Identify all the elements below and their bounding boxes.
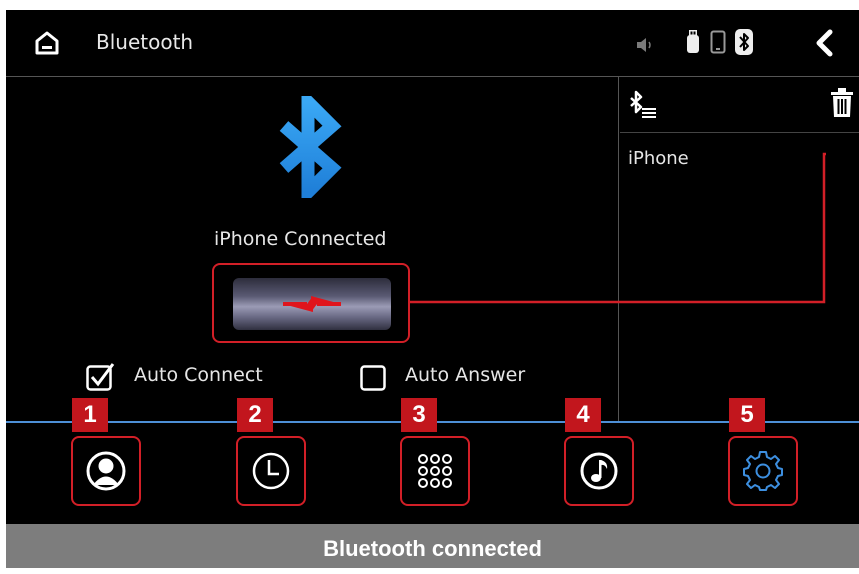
contacts-button[interactable]: [71, 436, 141, 506]
speaker-icon: [636, 37, 658, 56]
nav-music[interactable]: 4: [564, 398, 640, 508]
caption-bar: Bluetooth connected: [6, 524, 859, 568]
music-icon: [580, 452, 618, 490]
callout-badge: 1: [72, 398, 108, 432]
call-history-icon: [252, 452, 290, 490]
auto-connect-option[interactable]: Auto Connect: [86, 363, 286, 393]
callout-badge: 4: [565, 398, 601, 432]
dialpad-icon: [418, 454, 452, 488]
phone-icon: [710, 30, 726, 58]
home-icon[interactable]: [34, 30, 60, 56]
device-toolbar: [620, 78, 859, 132]
bluetooth-icon: [274, 86, 350, 208]
callout-badge: 5: [729, 398, 765, 432]
nav-contacts[interactable]: 1: [71, 398, 147, 508]
bluetooth-status-icon: [735, 29, 753, 59]
bluetooth-list-icon[interactable]: [629, 90, 657, 124]
trash-icon[interactable]: [830, 88, 854, 122]
callout-badge: 2: [237, 398, 273, 432]
callout-connector: [410, 152, 826, 304]
back-icon[interactable]: [814, 29, 834, 61]
auto-answer-label: Auto Answer: [405, 364, 526, 386]
nav-dialpad[interactable]: 3: [400, 398, 476, 508]
auto-answer-checkbox[interactable]: [360, 363, 386, 391]
top-bar: Bluetooth: [6, 10, 859, 76]
settings-icon: [743, 451, 783, 491]
connection-status: iPhone Connected: [214, 228, 387, 250]
nav-settings[interactable]: 5: [728, 398, 804, 508]
disconnect-button[interactable]: [212, 263, 410, 343]
contacts-icon: [86, 451, 126, 491]
device-list-item[interactable]: iPhone: [628, 148, 689, 169]
page-title: Bluetooth: [96, 30, 194, 54]
music-button[interactable]: [564, 436, 634, 506]
figure-caption: Bluetooth connected: [323, 536, 542, 561]
call-history-button[interactable]: [236, 436, 306, 506]
device-list-divider: [620, 132, 859, 133]
auto-answer-option[interactable]: Auto Answer: [360, 363, 560, 393]
auto-connect-label: Auto Connect: [134, 364, 263, 386]
auto-connect-checkbox[interactable]: [86, 363, 115, 391]
usb-icon: [686, 30, 700, 58]
dialpad-button[interactable]: [400, 436, 470, 506]
bluetooth-screen: Bluetooth iPhone Connected iPhone Auto C…: [6, 10, 859, 524]
nav-call-history[interactable]: 2: [236, 398, 312, 508]
disconnect-icon: [283, 296, 341, 312]
disconnect-button-face: [233, 278, 391, 330]
settings-button[interactable]: [728, 436, 798, 506]
top-divider: [6, 76, 859, 77]
callout-badge: 3: [401, 398, 437, 432]
